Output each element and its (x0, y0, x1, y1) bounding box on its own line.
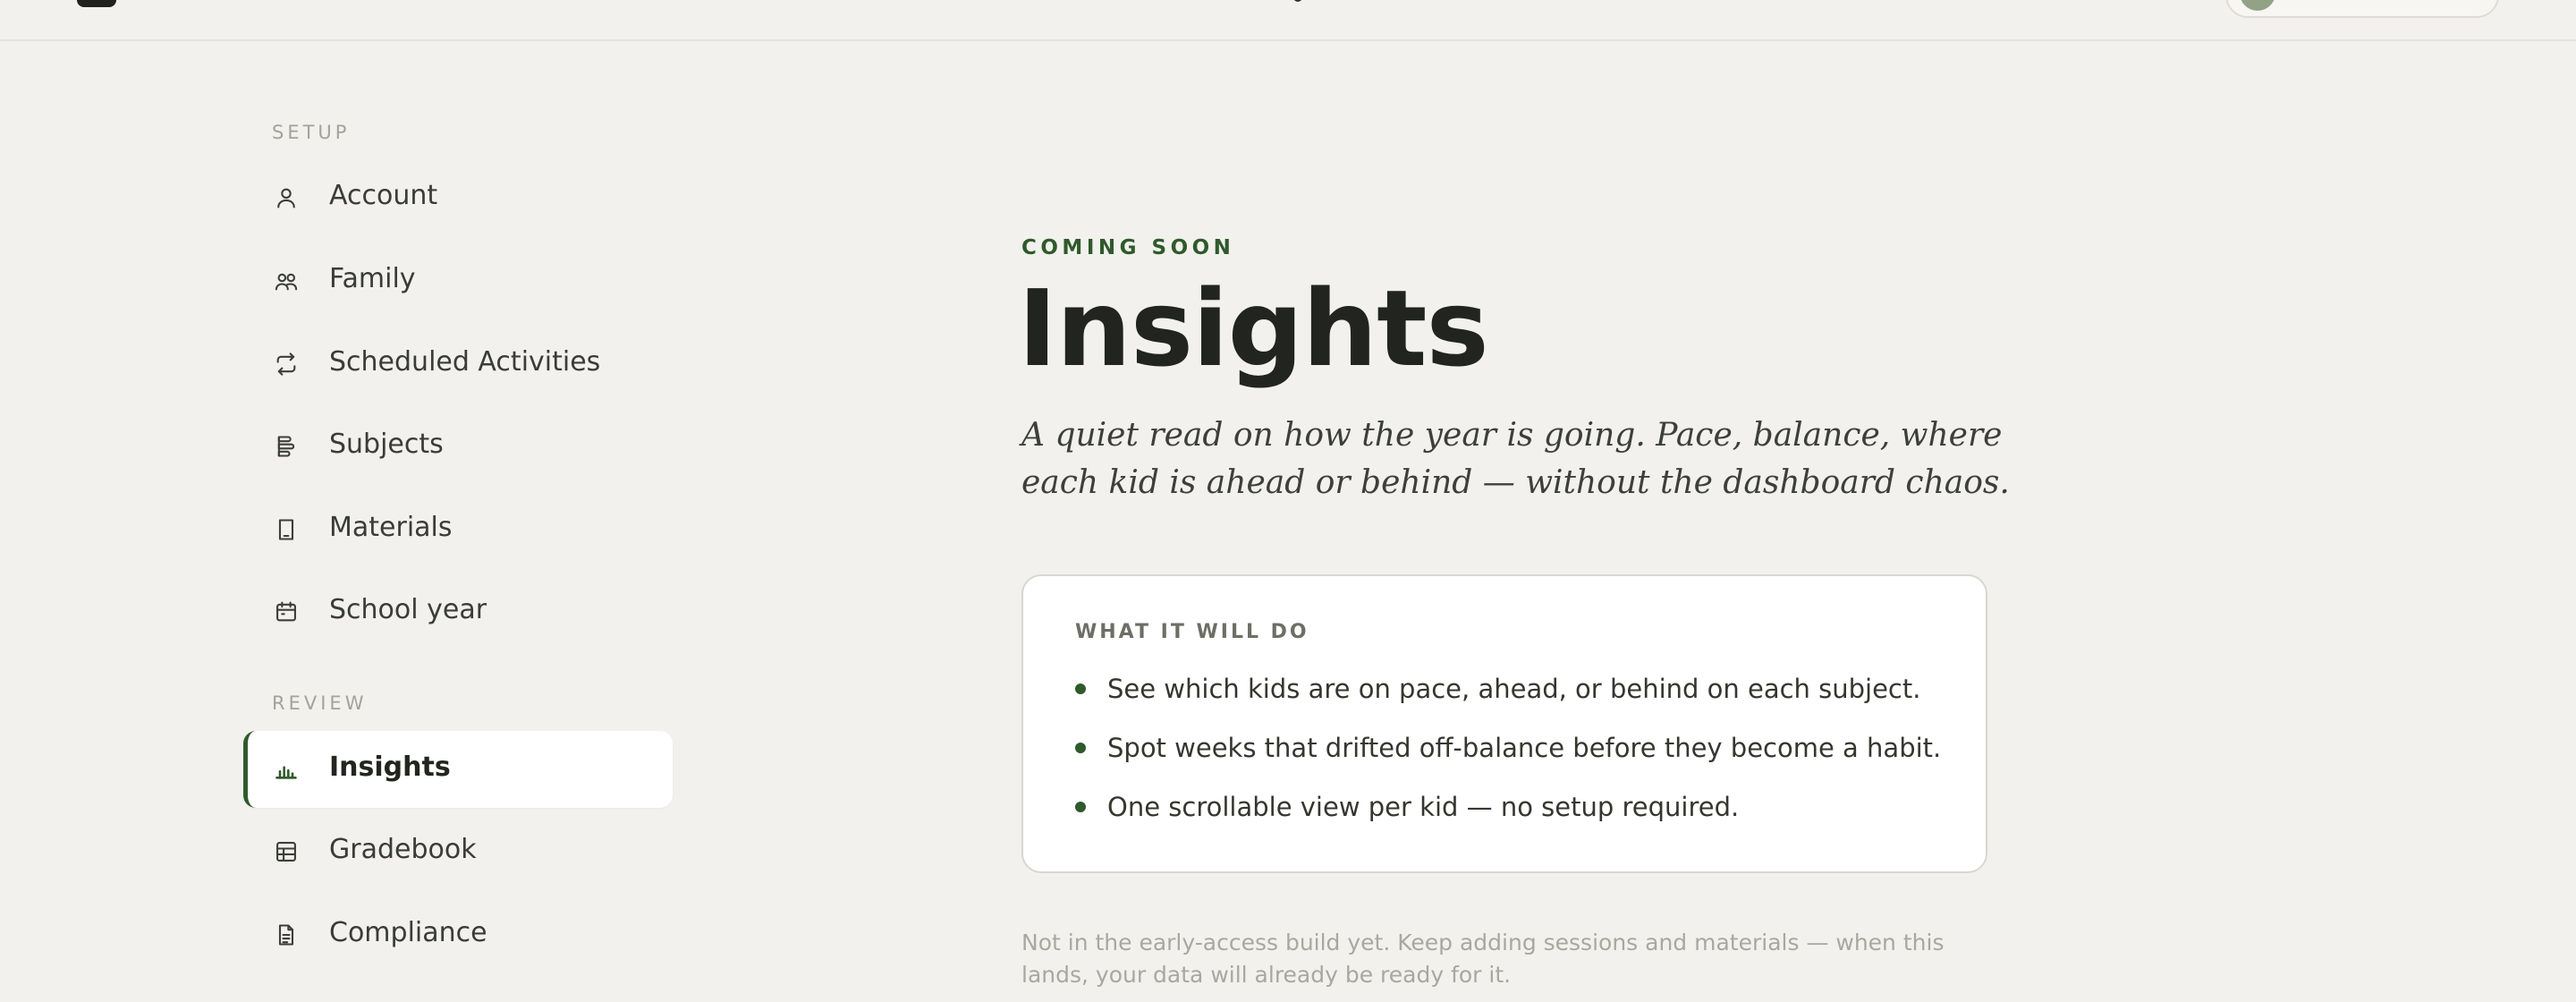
list-item: One scrollable view per kid — no setup r… (1075, 789, 1739, 825)
sidebar-section-setup: SETUP (272, 122, 351, 143)
avatar (2240, 0, 2275, 11)
bullet-dot-icon (1075, 684, 1086, 694)
repeat-icon (274, 352, 299, 377)
sidebar-item-label: Family (329, 263, 416, 294)
app-logo[interactable] (77, 0, 116, 7)
sidebar-item-label: Insights (329, 752, 451, 783)
footnote: Not in the early-access build yet. Keep … (1021, 930, 1945, 988)
sidebar-item-label: Gradebook (329, 834, 477, 865)
sidebar-item-insights[interactable]: Insights (243, 731, 673, 808)
sidebar-item-account[interactable]: Account (243, 159, 673, 236)
users-icon (274, 268, 299, 293)
sidebar-item-materials[interactable]: Materials (243, 491, 673, 568)
page-subtitle: A quiet read on how the year is going. P… (1021, 417, 2010, 501)
calendar-icon (274, 599, 299, 624)
subjects-icon (274, 434, 299, 459)
list-item: See which kids are on pace, ahead, or be… (1075, 671, 1920, 707)
user-icon (274, 185, 299, 210)
sidebar-section-review: REVIEW (272, 692, 368, 714)
user-menu-button[interactable] (2225, 0, 2499, 18)
sidebar-item-label: Scheduled Activities (329, 346, 601, 378)
sidebar-item-scheduled-activities[interactable]: Scheduled Activities (243, 326, 673, 403)
sidebar-item-label: Compliance (329, 917, 487, 948)
document-icon (274, 922, 299, 947)
card-title: WHAT IT WILL DO (1075, 621, 1309, 643)
sidebar-item-compliance[interactable]: Compliance (243, 896, 673, 973)
bookmark-icon (274, 517, 299, 542)
sidebar-item-label: Materials (329, 512, 453, 543)
sidebar-item-label: School year (329, 594, 487, 625)
sidebar-item-label: Account (329, 180, 438, 211)
bullet-dot-icon (1075, 743, 1086, 753)
top-nav-fragment (1293, 0, 1302, 2)
sidebar-item-gradebook[interactable]: Gradebook (243, 813, 673, 890)
list-item: Spot weeks that drifted off-balance befo… (1075, 730, 1941, 766)
sidebar: SETUP Account Family Scheduled Activitie… (0, 41, 680, 1002)
bullet-dot-icon (1075, 802, 1086, 812)
table-icon (274, 839, 299, 864)
sidebar-item-subjects[interactable]: Subjects (243, 408, 673, 485)
sidebar-item-family[interactable]: Family (243, 242, 673, 319)
sidebar-item-label: Subjects (329, 429, 444, 460)
bar-chart-icon (274, 757, 299, 782)
feature-card: WHAT IT WILL DO See which kids are on pa… (1021, 574, 1987, 873)
main-content: COMING SOON Insights A quiet read on how… (1018, 41, 2010, 1002)
coming-soon-eyebrow: COMING SOON (1021, 236, 1235, 259)
top-bar (0, 0, 2576, 41)
page-title: Insights (1018, 267, 1489, 390)
sidebar-item-school-year[interactable]: School year (243, 573, 673, 650)
